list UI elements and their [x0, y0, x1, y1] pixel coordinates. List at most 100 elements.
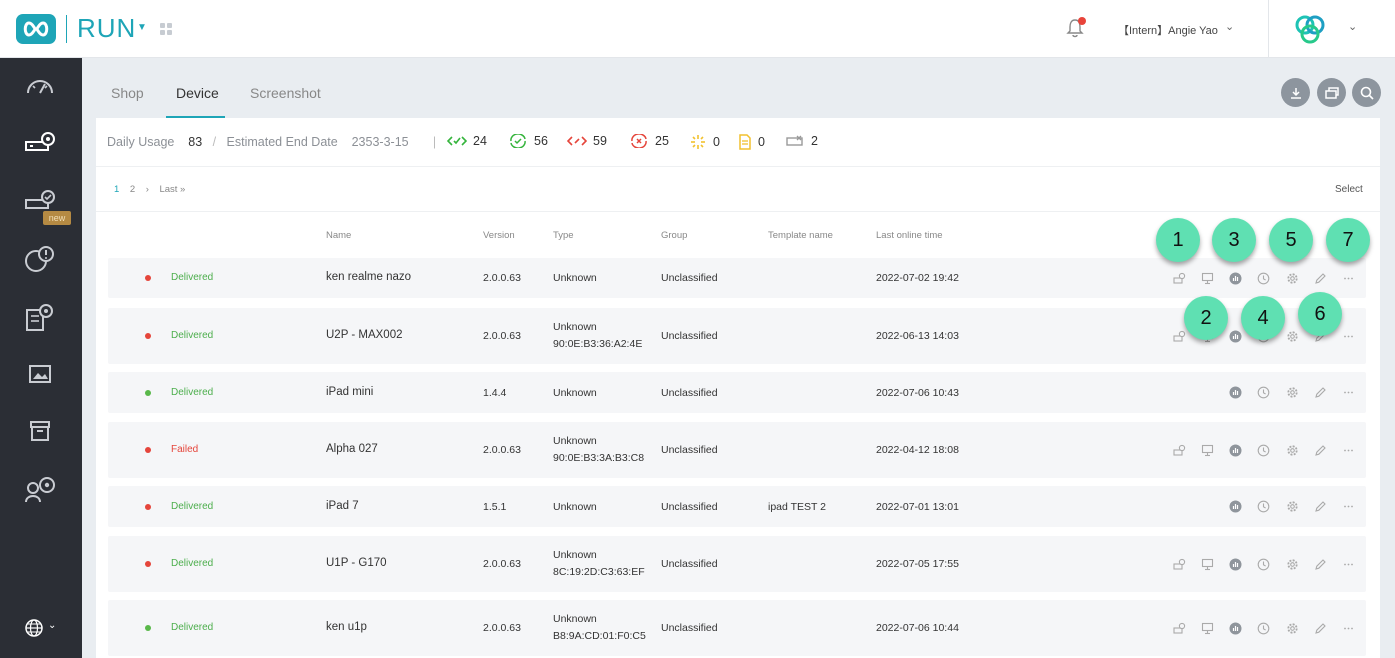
gear-icon[interactable] — [1285, 621, 1299, 635]
column-header-last-online[interactable]: Last online time — [876, 230, 943, 241]
search-button[interactable] — [1352, 78, 1381, 107]
remote-settings-icon[interactable] — [1172, 557, 1186, 571]
stat-loading[interactable]: 0 — [689, 134, 720, 150]
status-label: Delivered — [171, 558, 214, 569]
sync-check-icon — [510, 134, 526, 148]
page-1-link[interactable]: 1 — [114, 184, 119, 195]
more-icon[interactable] — [1341, 500, 1355, 514]
monitor-icon[interactable] — [1200, 621, 1214, 635]
device-name: ken realme nazo — [326, 271, 412, 283]
edit-pencil-icon[interactable] — [1313, 557, 1327, 571]
more-icon[interactable] — [1341, 557, 1355, 571]
clock-icon[interactable] — [1256, 557, 1270, 571]
column-header-type[interactable]: Type — [553, 230, 574, 241]
caret-down-icon[interactable]: ▼ — [137, 22, 147, 33]
device-name: iPad mini — [326, 385, 374, 398]
table-row[interactable]: Failed Alpha 027 2.0.0.63 Unknown 90:0E:B3:3… — [108, 422, 1366, 478]
remote-settings-icon[interactable] — [1172, 443, 1186, 457]
monitor-icon[interactable] — [1200, 443, 1214, 457]
next-page-link[interactable]: › — [146, 184, 149, 195]
callout-marker: 6 — [1298, 292, 1342, 336]
last-page-link[interactable]: Last » — [159, 184, 185, 195]
edit-pencil-icon[interactable] — [1313, 443, 1327, 457]
image-icon[interactable] — [22, 357, 58, 391]
gear-icon[interactable] — [1285, 557, 1299, 571]
device-settings-icon[interactable] — [22, 126, 58, 160]
select-button[interactable]: Select — [1335, 184, 1363, 195]
stat-disconnected[interactable]: 2 — [785, 134, 818, 148]
download-button[interactable] — [1281, 78, 1310, 107]
clock-icon[interactable] — [1256, 386, 1270, 400]
chevron-down-icon[interactable]: ⌄ — [1348, 20, 1357, 33]
more-icon[interactable] — [1341, 621, 1355, 635]
tab-screenshot[interactable]: Screenshot — [250, 85, 321, 101]
page-2-link[interactable]: 2 — [130, 184, 135, 195]
device-group: Unclassified — [661, 500, 718, 513]
device-version: 1.5.1 — [483, 500, 507, 513]
table-row[interactable]: Delivered U2P - MAX002 2.0.0.63 Unknown 90:0… — [108, 308, 1366, 364]
gear-icon[interactable] — [1285, 443, 1299, 457]
table-row[interactable]: Delivered ken realme nazo 2.0.0.63 Unknown U… — [108, 258, 1366, 298]
document-settings-icon[interactable] — [22, 300, 58, 334]
dashboard-gauge-icon[interactable] — [22, 68, 58, 102]
stats-icon[interactable] — [1228, 621, 1242, 635]
clock-icon[interactable] — [1256, 500, 1270, 514]
column-header-group[interactable]: Group — [661, 230, 687, 241]
stats-icon[interactable] — [1228, 271, 1242, 285]
alert-clock-icon[interactable] — [22, 242, 58, 276]
stat-offline[interactable]: 59 — [567, 134, 607, 148]
more-icon[interactable] — [1341, 329, 1355, 343]
gear-icon[interactable] — [1285, 500, 1299, 514]
monitor-icon[interactable] — [1200, 557, 1214, 571]
edit-pencil-icon[interactable] — [1313, 500, 1327, 514]
clock-icon[interactable] — [1256, 271, 1270, 285]
tab-device[interactable]: Device — [176, 85, 219, 101]
more-icon[interactable] — [1341, 443, 1355, 457]
remote-settings-icon[interactable] — [1172, 621, 1186, 635]
chevron-down-icon[interactable]: ⌄ — [48, 620, 56, 631]
tab-shop[interactable]: Shop — [111, 85, 144, 101]
window-button[interactable] — [1317, 78, 1346, 107]
table-row[interactable]: Delivered U1P - G170 2.0.0.63 Unknown 8C:19:… — [108, 536, 1366, 592]
column-header-name[interactable]: Name — [326, 230, 351, 241]
edit-pencil-icon[interactable] — [1313, 271, 1327, 285]
edit-pencil-icon[interactable] — [1313, 386, 1327, 400]
status-label: Delivered — [171, 330, 214, 341]
apps-grid-icon[interactable] — [160, 23, 172, 35]
gear-icon[interactable] — [1285, 271, 1299, 285]
clock-icon[interactable] — [1256, 621, 1270, 635]
stat-online[interactable]: 24 — [447, 134, 487, 148]
download-icon — [1290, 87, 1301, 99]
remote-settings-icon[interactable] — [1172, 329, 1186, 343]
globe-icon[interactable] — [24, 618, 44, 638]
remote-settings-icon[interactable] — [1172, 271, 1186, 285]
callout-marker: 2 — [1184, 296, 1228, 340]
stat-error[interactable]: 25 — [629, 134, 669, 148]
stats-icon[interactable] — [1228, 329, 1242, 343]
app-logo[interactable] — [16, 14, 56, 44]
chevron-down-icon[interactable]: ⌄ — [1225, 20, 1234, 33]
more-icon[interactable] — [1341, 271, 1355, 285]
edit-pencil-icon[interactable] — [1313, 621, 1327, 635]
stats-icon[interactable] — [1228, 557, 1242, 571]
app-title[interactable]: RUN — [77, 13, 136, 44]
more-icon[interactable] — [1341, 386, 1355, 400]
user-name[interactable]: 【Intern】Angie Yao — [1118, 22, 1218, 38]
user-settings-icon[interactable] — [22, 472, 58, 506]
table-row[interactable]: Delivered ken u1p 2.0.0.63 Unknown B8:9A:CD:… — [108, 600, 1366, 656]
archive-box-icon[interactable] — [22, 414, 58, 448]
stats-icon[interactable] — [1228, 500, 1242, 514]
stat-synced[interactable]: 56 — [508, 134, 548, 148]
stats-icon[interactable] — [1228, 443, 1242, 457]
table-row[interactable]: Delivered iPad mini 1.4.4 Unknown Unclassifi… — [108, 372, 1366, 413]
gear-icon[interactable] — [1285, 329, 1299, 343]
column-header-version[interactable]: Version — [483, 230, 515, 241]
column-header-template[interactable]: Template name — [768, 230, 833, 241]
gear-icon[interactable] — [1285, 386, 1299, 400]
brand-rings-icon[interactable] — [1292, 13, 1328, 45]
stat-document[interactable]: 0 — [738, 134, 765, 150]
table-row[interactable]: Delivered iPad 7 1.5.1 Unknown Unclassified i… — [108, 486, 1366, 527]
clock-icon[interactable] — [1256, 443, 1270, 457]
monitor-icon[interactable] — [1200, 271, 1214, 285]
stats-icon[interactable] — [1228, 386, 1242, 400]
